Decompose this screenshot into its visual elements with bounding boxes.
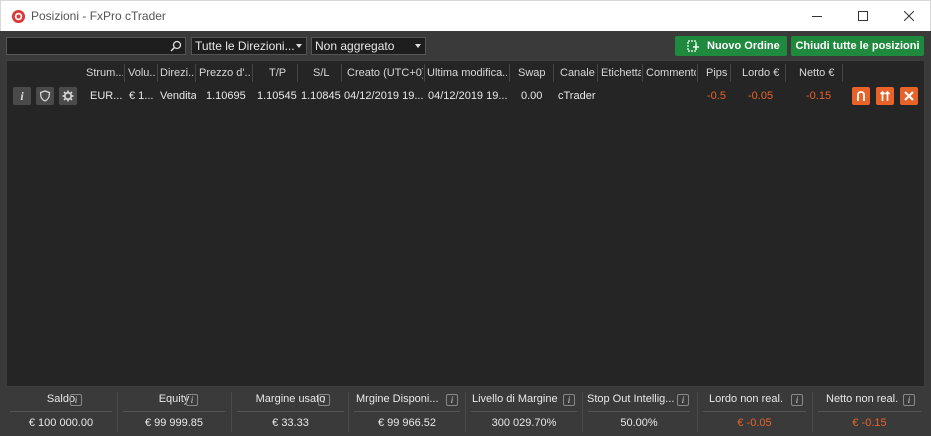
reverse-position-button[interactable]: [852, 87, 870, 105]
header-label[interactable]: Etichetta: [601, 63, 641, 83]
title-bar: Posizioni - FxPro cTrader: [0, 0, 931, 31]
summary-equity: Equity i € 99 999.85: [119, 390, 229, 434]
minimize-button[interactable]: [794, 1, 840, 31]
maximize-icon: [858, 11, 868, 21]
window-title: Posizioni - FxPro cTrader: [31, 9, 166, 23]
header-channel[interactable]: Canale: [560, 63, 596, 83]
aggregation-filter-value: Non aggregato: [315, 39, 395, 53]
cell-direction: Vendita: [160, 90, 196, 102]
header-entry-price[interactable]: Prezzo d'...: [199, 63, 251, 83]
cell-instrument: EUR...: [90, 90, 123, 102]
info-icon[interactable]: i: [677, 394, 689, 406]
settings-button[interactable]: [59, 87, 77, 105]
cell-swap: 0.00: [521, 90, 543, 102]
header-direction[interactable]: Direzi...: [160, 63, 194, 83]
cell-sl[interactable]: 1.10845: [301, 87, 341, 105]
info-icon[interactable]: i: [791, 394, 803, 406]
summary-unrealized-gross: Lordo non real. i € -0.05: [699, 390, 810, 434]
header-pips[interactable]: Pips: [706, 63, 728, 83]
header-sl[interactable]: S/L: [313, 63, 337, 83]
summary-value: 300 029.70%: [491, 417, 557, 429]
close-icon: [904, 11, 914, 21]
header-net[interactable]: Netto €: [799, 63, 835, 83]
cell-modified: 04/12/2019 19...: [428, 90, 508, 102]
cell-volume: € 1...: [129, 90, 154, 102]
cell-created: 04/12/2019 19...: [344, 90, 424, 102]
new-order-icon: [687, 40, 699, 52]
summary-value: € -0.15: [852, 417, 887, 429]
info-icon[interactable]: i: [186, 394, 198, 406]
minimize-icon: [812, 16, 822, 17]
header-tp[interactable]: T/P: [269, 63, 295, 83]
info-icon[interactable]: i: [563, 394, 575, 406]
summary-label: Saldo: [46, 393, 76, 405]
cell-entry-price: 1.10695: [206, 90, 246, 102]
close-window-button[interactable]: [886, 1, 931, 31]
cell-tp[interactable]: 1.10545: [257, 87, 297, 105]
info-button[interactable]: i: [13, 87, 31, 105]
header-volume[interactable]: Volu...: [128, 63, 156, 83]
info-icon[interactable]: i: [446, 394, 458, 406]
positions-table: [6, 60, 925, 387]
cell-label: [601, 87, 641, 105]
ctrader-logo-icon: [11, 9, 26, 24]
summary-margin-level: Livello di Margine i 300 029.70%: [467, 390, 581, 434]
shield-icon: [39, 90, 51, 102]
header-comment[interactable]: Commento: [646, 63, 696, 83]
summary-used-margin: Margine usato i € 33.33: [233, 390, 348, 434]
summary-value: 50.00%: [620, 417, 658, 429]
new-order-button[interactable]: Nuovo Ordine: [675, 36, 787, 56]
info-icon[interactable]: i: [903, 394, 915, 406]
info-icon[interactable]: i: [318, 394, 330, 406]
header-modified[interactable]: Ultima modifica...: [427, 63, 507, 83]
info-icon: i: [20, 88, 24, 103]
summary-label: Equity: [158, 393, 190, 405]
close-all-positions-button[interactable]: Chiudi tutte le posizioni: [791, 36, 924, 56]
new-order-label: Nuovo Ordine: [707, 40, 780, 52]
cell-comment: [646, 87, 696, 105]
summary-balance: Saldo i € 100 000.00: [6, 390, 116, 434]
header-swap[interactable]: Swap: [518, 63, 548, 83]
aggregation-filter-select[interactable]: Non aggregato: [311, 37, 426, 55]
header-instrument[interactable]: Strum...: [86, 63, 123, 83]
summary-stop-out: Stop Out Intellig... i 50.00%: [584, 390, 694, 434]
double-arrow-up-icon: [879, 90, 891, 101]
protection-button[interactable]: [36, 87, 54, 105]
summary-value: € 99 999.85: [144, 417, 204, 429]
summary-label: Margine usato: [255, 393, 326, 405]
cell-net: -0.15: [806, 90, 832, 102]
close-position-button[interactable]: [900, 87, 918, 105]
gear-icon: [62, 90, 74, 102]
summary-value: € -0.05: [737, 417, 772, 429]
header-created[interactable]: Creato (UTC+0): [347, 63, 423, 83]
direction-filter-value: Tutte le Direzioni...: [195, 39, 295, 53]
summary-value: € 99 966.52: [377, 417, 437, 429]
direction-filter-select[interactable]: Tutte le Direzioni...: [191, 37, 307, 55]
close-icon: [904, 91, 914, 101]
summary-value: € 100 000.00: [28, 417, 94, 429]
summary-value: € 33.33: [272, 417, 309, 429]
double-up-button[interactable]: [876, 87, 894, 105]
summary-unrealized-net: Netto non real. i € -0.15: [814, 390, 925, 434]
header-gross[interactable]: Lordo €: [742, 63, 782, 83]
close-all-label: Chiudi tutte le posizioni: [795, 40, 920, 52]
search-icon: [170, 40, 182, 52]
cell-gross: -0.05: [748, 90, 774, 102]
summary-free-margin: Mrgine Disponi... i € 99 966.52: [350, 390, 464, 434]
reverse-icon: [857, 91, 865, 101]
cell-pips: -0.5: [707, 90, 726, 102]
info-icon[interactable]: i: [70, 394, 82, 406]
search-input[interactable]: [6, 37, 186, 55]
chevron-down-icon: [415, 44, 421, 48]
chevron-down-icon: [296, 44, 302, 48]
maximize-button[interactable]: [840, 1, 886, 31]
cell-channel: cTrader: [558, 90, 596, 102]
